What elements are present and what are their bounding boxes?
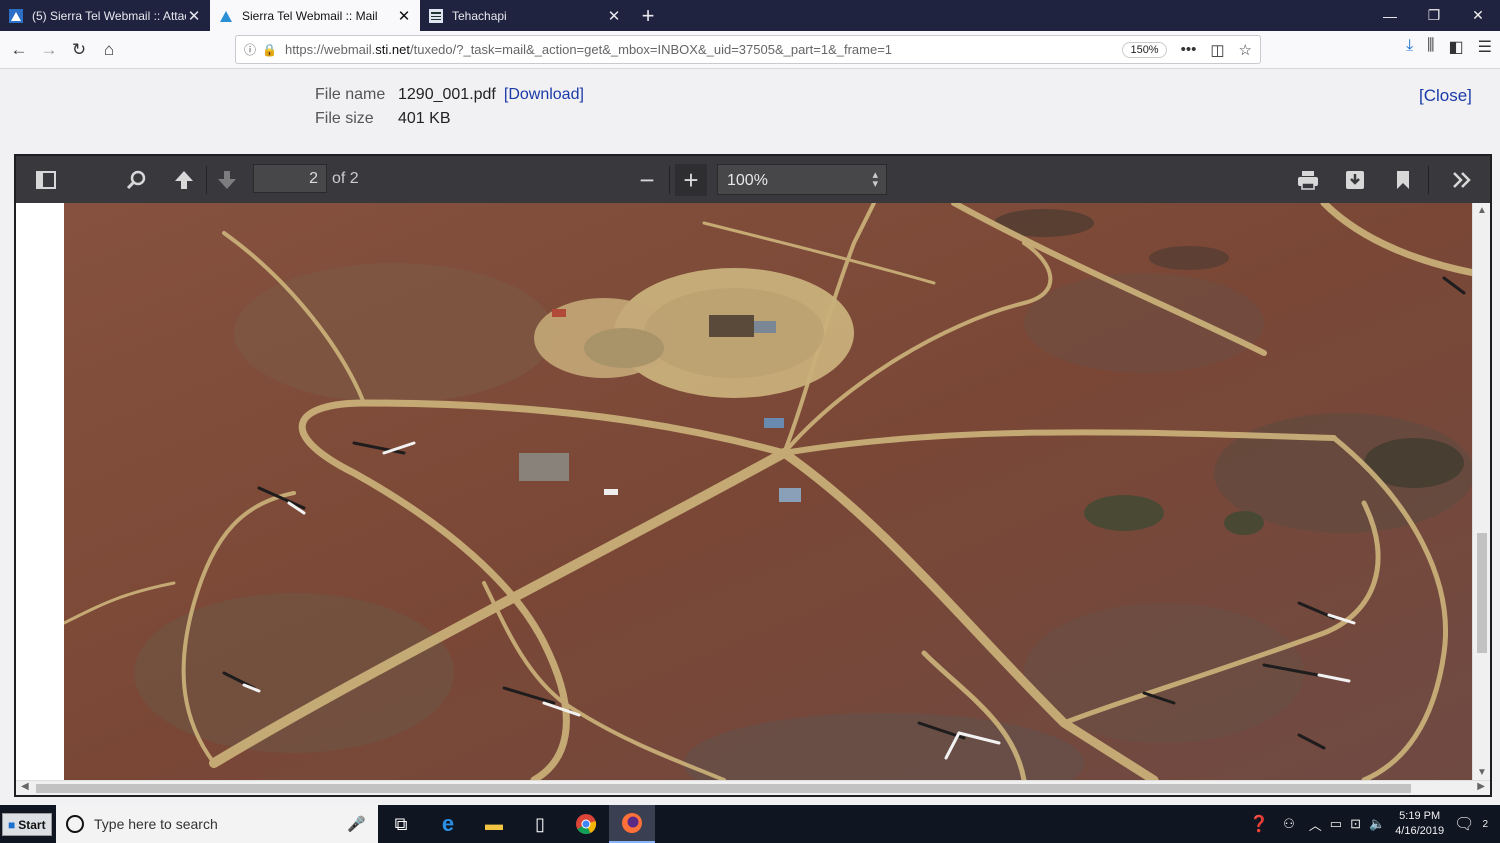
tab-strip: (5) Sierra Tel Webmail :: Attachm ✕ Sier… <box>0 0 1500 31</box>
download-link[interactable]: [Download] <box>504 86 584 110</box>
search-placeholder: Type here to search <box>94 816 218 832</box>
toggle-sidebar-icon[interactable] <box>30 164 62 196</box>
action-center-icon[interactable]: 🗨 <box>1454 814 1474 834</box>
scroll-left-icon[interactable]: ◀ <box>21 781 29 792</box>
downloads-icon[interactable]: ⤓ <box>1406 37 1413 57</box>
task-view-icon[interactable]: ⧉ <box>378 805 424 843</box>
save-download-icon[interactable] <box>1339 164 1371 196</box>
clock-time: 5:19 PM <box>1399 810 1441 822</box>
zoom-out-icon[interactable]: − <box>631 164 663 196</box>
zoom-indicator[interactable]: 150% <box>1122 41 1167 58</box>
webmail-favicon-icon <box>8 8 24 24</box>
volume-icon[interactable]: 🔈 <box>1369 816 1385 832</box>
browser-tab-attachment[interactable]: (5) Sierra Tel Webmail :: Attachm ✕ <box>0 0 210 31</box>
new-tab-button[interactable]: + <box>630 0 666 31</box>
lock-icon: 🔒 <box>262 42 277 57</box>
file-name-label: File name <box>315 86 386 103</box>
webmail-favicon-icon <box>218 8 234 24</box>
tab-title: Tehachapi <box>452 8 507 23</box>
zoom-select[interactable]: 100% ▴ ▾ <box>717 164 887 195</box>
chrome-icon[interactable] <box>563 805 609 843</box>
vertical-scrollbar[interactable]: ▲ ▼ <box>1472 203 1490 780</box>
tab-title: (5) Sierra Tel Webmail :: Attachm <box>32 8 186 23</box>
previous-page-icon[interactable] <box>168 164 200 196</box>
horizontal-scrollbar[interactable]: ◀ ▶ <box>16 780 1490 795</box>
scroll-down-icon[interactable]: ▼ <box>1473 767 1491 778</box>
close-window-icon[interactable]: ✕ <box>1456 0 1500 31</box>
cortana-icon <box>66 815 84 833</box>
forward-icon[interactable]: → <box>34 35 64 65</box>
pdf-toolbar: 2 of 2 − + 100% ▴ ▾ <box>16 156 1490 203</box>
window-controls: — ❐ ✕ <box>1368 0 1500 31</box>
pdf-viewer: 2 of 2 − + 100% ▴ ▾ ▲ ▼ ◀ ▶ <box>14 154 1492 797</box>
network-icon[interactable]: ⊡ <box>1350 816 1361 832</box>
aerial-photo-image <box>64 203 1474 780</box>
edge-icon[interactable]: e <box>425 805 471 843</box>
browser-tab-mail[interactable]: Sierra Tel Webmail :: Mail ✕ <box>210 0 420 31</box>
taskbar-search[interactable]: Type here to search 🎤 <box>56 805 378 843</box>
notepad-icon[interactable]: ▯ <box>517 805 563 843</box>
clock-date: 4/16/2019 <box>1395 825 1445 837</box>
pocket-icon[interactable]: ◫ <box>1210 41 1224 59</box>
info-icon[interactable]: ⓘ <box>244 41 256 58</box>
close-link[interactable]: [Close] <box>1419 86 1472 106</box>
firefox-icon[interactable] <box>609 805 655 843</box>
bookmark-icon[interactable] <box>1387 164 1419 196</box>
print-icon[interactable] <box>1292 164 1324 196</box>
notification-count: 2 <box>1482 818 1488 830</box>
file-size-label: File size <box>315 110 374 127</box>
people-icon[interactable]: ⚇ <box>1283 816 1295 832</box>
navigation-bar: ← → ↻ ⌂ ⓘ 🔒 https://webmail.sti.net/tuxe… <box>0 31 1500 69</box>
microphone-icon[interactable]: 🎤 <box>347 815 366 833</box>
start-button[interactable]: ■ Start <box>2 813 52 836</box>
file-explorer-icon[interactable]: ▬ <box>471 805 517 843</box>
system-tray: ❓ ⚇ ︿ ▭ ⊡ 🔈 5:19 PM 4/16/2019 🗨 2 <box>1249 805 1500 843</box>
close-tab-icon[interactable]: ✕ <box>186 7 202 25</box>
attachment-info: File name 1290_001.pdf [Download] File s… <box>315 86 584 134</box>
battery-icon[interactable]: ▭ <box>1330 816 1342 832</box>
url-text: https://webmail.sti.net/tuxedo/?_task=ma… <box>284 42 893 57</box>
page-count: of 2 <box>332 170 359 187</box>
vertical-scroll-thumb[interactable] <box>1477 533 1487 653</box>
search-icon[interactable] <box>120 164 152 196</box>
more-actions-icon[interactable]: ••• <box>1181 41 1197 59</box>
scroll-up-icon[interactable]: ▲ <box>1473 205 1491 216</box>
minimize-icon[interactable]: — <box>1368 0 1412 31</box>
tab-title: Sierra Tel Webmail :: Mail <box>242 8 378 23</box>
zoom-in-icon[interactable]: + <box>675 164 707 196</box>
taskbar: ■ Start Type here to search 🎤 ⧉ e ▬ ▯ ❓ … <box>0 805 1500 843</box>
pdf-page <box>16 203 1474 780</box>
file-size-value: 401 KB <box>398 110 451 127</box>
file-name-value: 1290_001.pdf <box>398 86 496 103</box>
bookmark-star-icon[interactable]: ☆ <box>1239 41 1252 59</box>
zoom-select-value: 100% <box>727 172 768 189</box>
reload-icon[interactable]: ↻ <box>64 35 94 65</box>
clock[interactable]: 5:19 PM 4/16/2019 <box>1395 809 1444 839</box>
library-icon[interactable]: ⫼ <box>1427 37 1434 57</box>
tools-chevron-icon[interactable] <box>1446 164 1478 196</box>
close-tab-icon[interactable]: ✕ <box>606 7 622 25</box>
close-tab-icon[interactable]: ✕ <box>396 7 412 25</box>
show-hidden-icons-icon[interactable]: ︿ <box>1309 815 1322 834</box>
url-bar[interactable]: ⓘ 🔒 https://webmail.sti.net/tuxedo/?_tas… <box>235 35 1261 64</box>
start-label: Start <box>18 817 46 832</box>
browser-tab-tehachapi[interactable]: Tehachapi ✕ <box>420 0 630 31</box>
windows-logo-icon: ■ <box>8 817 16 832</box>
home-icon[interactable]: ⌂ <box>94 35 124 65</box>
restore-icon[interactable]: ❐ <box>1412 0 1456 31</box>
next-page-icon[interactable] <box>211 164 243 196</box>
scroll-right-icon[interactable]: ▶ <box>1477 781 1485 792</box>
menu-icon[interactable]: ☰ <box>1478 37 1492 57</box>
news-favicon-icon <box>428 8 444 24</box>
sidebar-icon[interactable]: ◧ <box>1449 37 1464 57</box>
help-icon[interactable]: ❓ <box>1249 814 1269 834</box>
page-number-input[interactable]: 2 <box>253 164 327 193</box>
select-arrows-icon: ▴ ▾ <box>872 169 878 190</box>
horizontal-scroll-thumb[interactable] <box>36 784 1411 793</box>
back-icon[interactable]: ← <box>4 35 34 65</box>
